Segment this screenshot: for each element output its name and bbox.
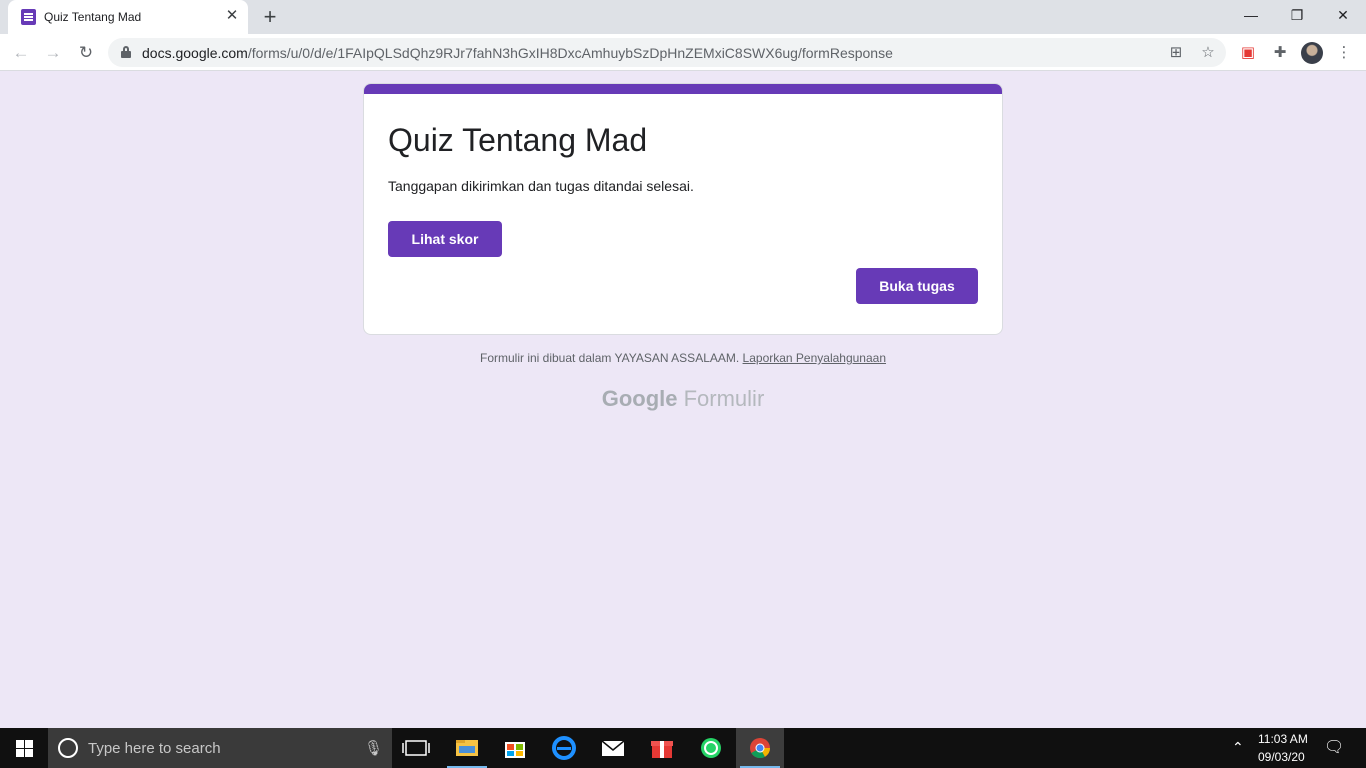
translate-icon[interactable]: ⊞	[1166, 43, 1186, 63]
minimize-icon[interactable]: —	[1228, 0, 1274, 30]
extension-pocket-icon[interactable]: ▣	[1238, 43, 1258, 63]
tab-title: Quiz Tentang Mad	[44, 10, 142, 24]
restore-icon[interactable]: ❐	[1274, 0, 1320, 30]
microsoft-store-icon[interactable]	[491, 728, 539, 768]
report-abuse-link[interactable]: Laporkan Penyalahgunaan	[743, 351, 886, 365]
action-center-icon[interactable]: 🗨	[1324, 737, 1344, 757]
browser-tab[interactable]: Quiz Tentang Mad ✕	[8, 0, 248, 34]
forms-wordmark: Formulir	[683, 386, 765, 411]
url-text[interactable]: docs.google.com/forms/u/0/d/e/1FAIpQLSdQ…	[142, 45, 893, 61]
confirmation-message: Tanggapan dikirimkan dan tugas ditandai …	[388, 178, 694, 194]
tray-chevron-up-icon[interactable]: ⌃	[1232, 739, 1244, 756]
address-bar[interactable]: docs.google.com/forms/u/0/d/e/1FAIpQLSdQ…	[108, 38, 1226, 67]
cortana-icon	[58, 738, 78, 758]
menu-kebab-icon[interactable]: ⋮	[1334, 43, 1354, 63]
footer-note: Formulir ini dibuat dalam YAYASAN ASSALA…	[0, 351, 1366, 365]
windows-start-icon[interactable]	[0, 728, 48, 768]
form-title: Quiz Tentang Mad	[388, 122, 648, 158]
clock-date[interactable]: 09/03/20	[1258, 750, 1305, 764]
mail-icon[interactable]	[589, 728, 637, 768]
whatsapp-icon[interactable]	[687, 728, 735, 768]
google-forms-icon	[21, 9, 36, 25]
close-window-icon[interactable]: ✕	[1320, 0, 1366, 30]
google-forms-logo[interactable]: Google Formulir	[0, 386, 1366, 412]
footer-note-text: Formulir ini dibuat dalam YAYASAN ASSALA…	[479, 351, 740, 365]
view-score-button[interactable]: Lihat skor	[388, 221, 502, 257]
browser-tab-strip: Quiz Tentang Mad ✕ + — ❐ ✕	[0, 0, 1366, 34]
file-explorer-icon[interactable]	[443, 728, 491, 768]
lock-icon	[121, 46, 131, 58]
bookmark-star-icon[interactable]: ☆	[1198, 43, 1218, 63]
windows-taskbar: Type here to search 🎙 ⌃ 11:03 AM 09/03/2…	[0, 728, 1366, 768]
forward-icon[interactable]: →	[40, 40, 66, 66]
form-confirmation-card: Quiz Tentang Mad Tanggapan dikirimkan da…	[363, 83, 1003, 335]
edge-browser-icon[interactable]	[540, 728, 588, 768]
task-view-icon[interactable]	[392, 728, 440, 768]
clock-time[interactable]: 11:03 AM	[1258, 732, 1308, 746]
extensions-puzzle-icon[interactable]: ✚	[1270, 43, 1290, 63]
new-tab-icon[interactable]: +	[259, 6, 281, 28]
open-task-button[interactable]: Buka tugas	[856, 268, 978, 304]
reload-icon[interactable]: ↻	[73, 40, 99, 66]
chrome-icon[interactable]	[736, 728, 784, 768]
back-icon[interactable]: ←	[8, 40, 34, 66]
google-wordmark: Google	[601, 386, 678, 411]
gift-app-icon[interactable]	[638, 728, 686, 768]
close-tab-icon[interactable]: ✕	[224, 8, 240, 24]
card-accent-bar	[364, 84, 1002, 94]
search-placeholder: Type here to search	[88, 740, 221, 757]
profile-avatar[interactable]	[1301, 42, 1323, 64]
microphone-icon[interactable]: 🎙	[364, 739, 383, 757]
browser-toolbar: ← → ↻ docs.google.com/forms/u/0/d/e/1FAI…	[0, 34, 1366, 71]
taskbar-search-box[interactable]: Type here to search 🎙	[48, 728, 392, 768]
